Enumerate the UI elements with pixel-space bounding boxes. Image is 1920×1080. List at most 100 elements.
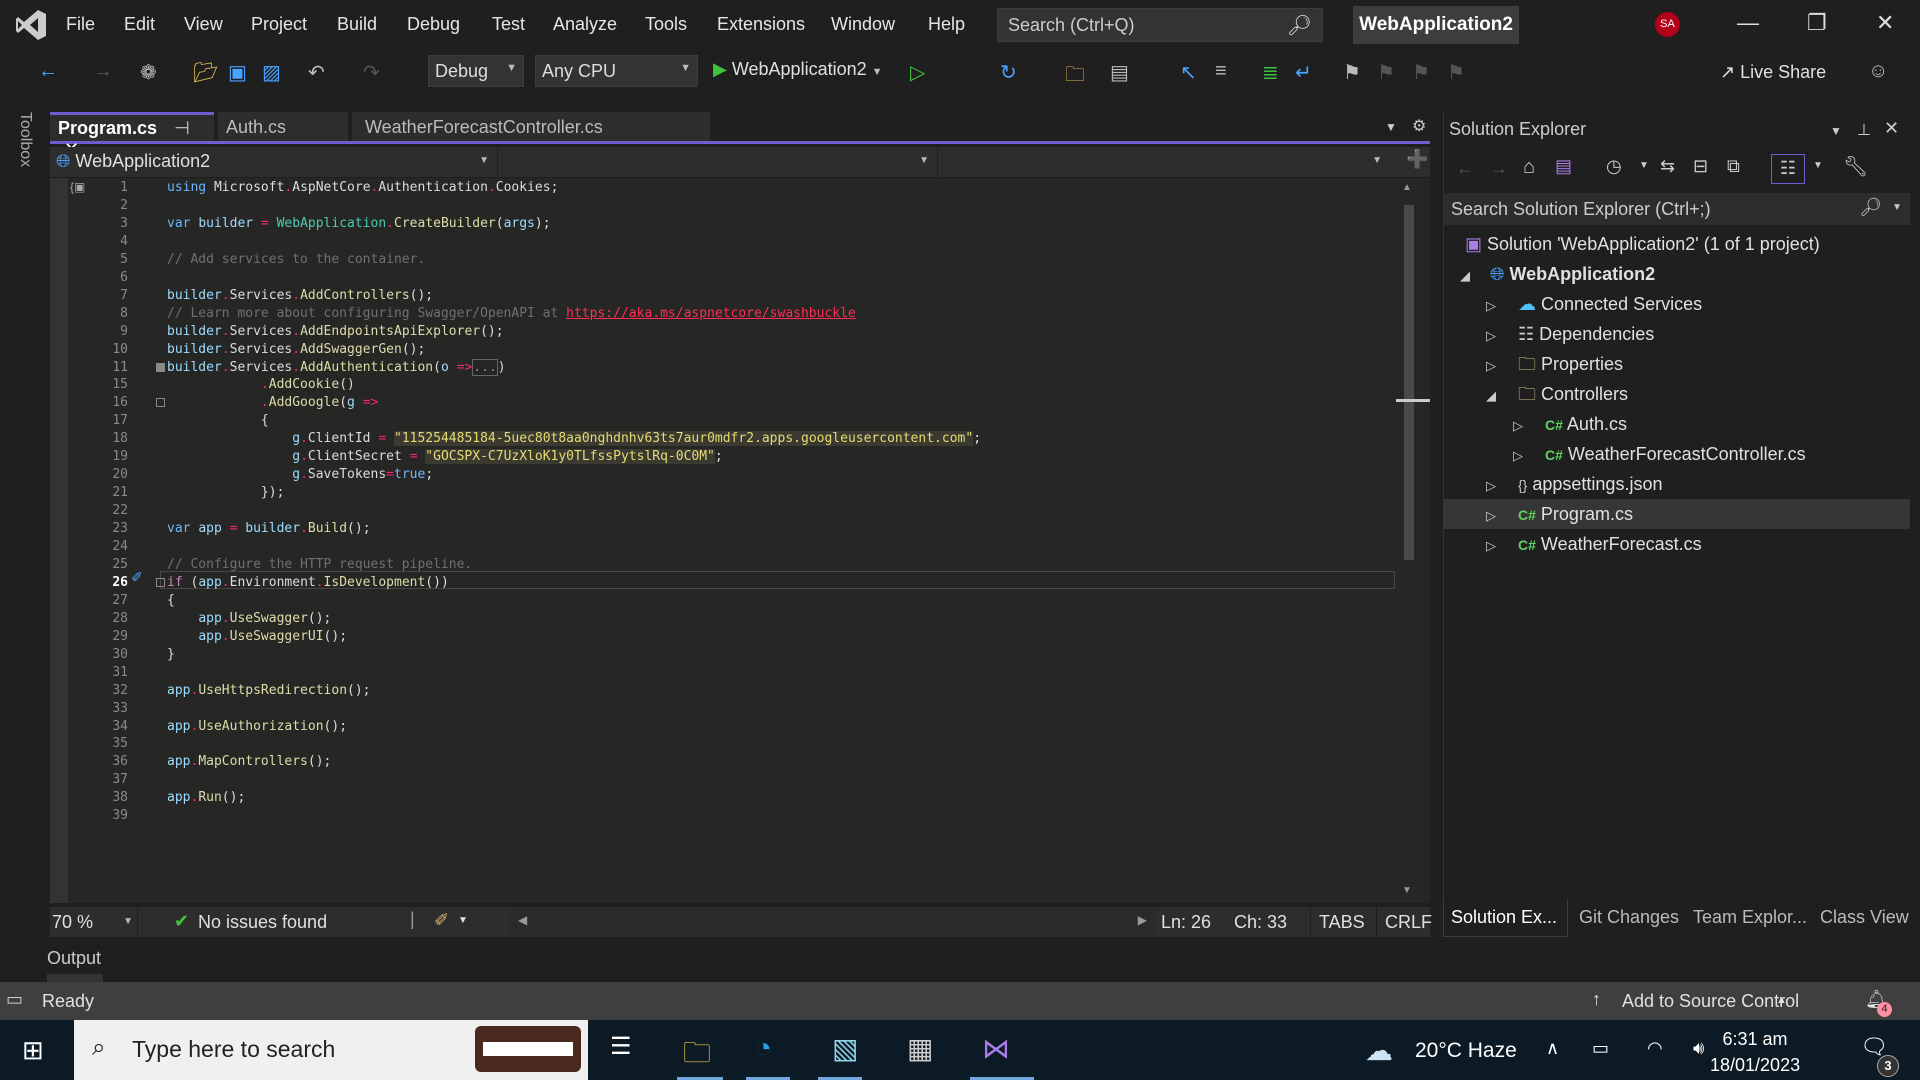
start-without-debugging-icon[interactable]: ▷ [910,60,925,85]
configuration-dropdown[interactable]: Debug ▼ [428,55,524,87]
find-in-folder-icon[interactable]: 🗀︎ [1065,60,1085,94]
weather-status[interactable]: 20°C Haze [1415,1039,1517,1063]
scroll-right-icon[interactable]: ▶ [1138,913,1147,927]
tree-item-weatherforecast-cs[interactable]: C# WeatherForecast.cs [1518,529,1702,559]
collapsed-arrow-icon[interactable]: ▷ [1513,448,1523,464]
menu-analyze[interactable]: Analyze [553,14,617,35]
scroll-up-icon[interactable]: ▲ [1402,182,1412,193]
visual-studio-logo-icon[interactable] [14,8,48,42]
chevron-down-icon[interactable]: ▼ [1639,160,1649,171]
menu-test[interactable]: Test [492,14,525,35]
collapse-region-icon[interactable] [156,577,165,587]
live-share-button[interactable]: ↗ Live Share [1720,62,1826,83]
user-avatar[interactable]: SA [1655,12,1680,37]
expand-region-icon[interactable] [156,362,165,372]
platform-dropdown[interactable]: Any CPU ▼ [535,55,698,87]
settings-gear-icon[interactable]: ⚙ [1412,116,1426,136]
new-project-icon[interactable]: ❁ [140,60,157,85]
collapsed-arrow-icon[interactable]: ▷ [1486,538,1496,554]
expanded-arrow-icon[interactable]: ◢ [1486,388,1496,404]
issues-status[interactable]: No issues found [198,912,327,933]
save-icon[interactable]: ▣ [228,60,247,85]
output-window-icon[interactable]: ▭ [6,989,23,1010]
edge-browser-icon[interactable]: ◔ [755,1032,772,1064]
show-hidden-icons-chevron[interactable]: ∧ [1546,1038,1559,1059]
wifi-icon[interactable]: ◠ [1647,1038,1663,1059]
chevron-down-icon[interactable]: ▼ [1813,160,1823,171]
select-element-icon[interactable]: ↖ [1180,60,1197,85]
tree-item-weatherforecastcontroller-cs[interactable]: C# WeatherForecastController.cs [1545,439,1806,469]
line-number-status[interactable]: Ln: 26 [1161,912,1211,933]
forward-icon[interactable]: → [1490,158,1508,179]
tree-item-solution[interactable]: ▣ Solution 'WebApplication2' (1 of 1 pro… [1465,229,1820,259]
restore-icon[interactable]: ❐ [1807,10,1827,36]
menu-debug[interactable]: Debug [407,14,460,35]
open-file-icon[interactable]: 📂︎ [193,60,218,85]
horizontal-scrollbar[interactable]: ◀ ▶ [510,907,1155,937]
code-cleanup-icon[interactable]: ✐ [434,910,449,931]
tab-weatherforecastcontroller-cs[interactable]: WeatherForecastController.cs [352,112,710,141]
bookmark-icon[interactable]: ⚑ [1343,60,1361,85]
visual-studio-taskbar-icon[interactable]: ⋈ [982,1032,1010,1065]
menu-edit[interactable]: Edit [124,14,155,35]
tab-git-changes[interactable]: Git Changes [1579,907,1679,928]
member-dropdown[interactable]: ▼ [942,147,1390,177]
chevron-down-icon[interactable]: ▼ [458,915,468,926]
tree-item-dependencies[interactable]: ☷ Dependencies [1518,319,1654,349]
hot-reload-icon[interactable]: ≡ [1215,60,1227,83]
collapse-all-icon[interactable]: ⊟ [1693,156,1708,177]
menu-build[interactable]: Build [337,14,377,35]
tree-item-appsettings-json[interactable]: {} appsettings.json [1518,469,1662,499]
tab-solution-explorer[interactable]: Solution Ex... [1451,907,1557,928]
scrollbar-thumb[interactable] [1404,205,1414,560]
feedback-icon[interactable]: ☺ [1868,60,1888,83]
panel-options-icon[interactable]: ▼ [1830,124,1842,138]
redo-icon[interactable]: ↷ [363,60,380,85]
tab-program-cs[interactable]: Program.cs ⊣ ✕ [50,112,214,159]
clear-bookmarks-icon[interactable]: ⚑ [1447,60,1465,85]
taskbar-clock[interactable]: 6:31 am 18/01/2023 [1710,1026,1800,1078]
expanded-arrow-icon[interactable]: ◢ [1460,268,1470,284]
properties-wrench-icon[interactable]: 🔧︎ [1843,154,1868,179]
navigate-back-icon[interactable]: ← [38,60,58,83]
column-status[interactable]: Ch: 33 [1234,912,1287,933]
tree-item-project[interactable]: 🌐︎ WebApplication2 [1490,259,1655,289]
save-all-icon[interactable]: ▨ [262,60,281,85]
project-dropdown[interactable]: 🌐︎ WebApplication2 ▼ [52,147,498,177]
collapsed-arrow-icon[interactable]: ▷ [1486,328,1496,344]
collapsed-arrow-icon[interactable]: ▷ [1513,418,1523,434]
show-all-files-icon[interactable]: ⧉ [1727,156,1740,177]
swagger-docs-link[interactable]: https://aka.ms/aspnetcore/swashbuckle [566,306,856,321]
switch-views-icon[interactable]: ▤ [1555,156,1572,177]
class-view-toggle-icon[interactable]: ☷ [1771,154,1805,184]
line-ending-status[interactable]: CRLF [1376,907,1440,937]
undo-icon[interactable]: ↶ [308,60,325,85]
tree-item-properties[interactable]: 🗀︎ Properties [1518,349,1623,379]
performance-monitor-icon[interactable]: ▦ [907,1032,933,1065]
global-search-input[interactable]: Search (Ctrl+Q) 🔎︎ [997,8,1323,42]
notepad-icon[interactable]: ▧ [832,1032,858,1065]
minimize-icon[interactable]: — [1737,10,1759,36]
search-highlight-image[interactable] [475,1026,581,1072]
previous-bookmark-icon[interactable]: ⚑ [1377,60,1395,85]
pin-icon[interactable]: ⊥ [1857,120,1871,140]
refresh-icon[interactable]: ↻ [1000,60,1017,85]
menu-tools[interactable]: Tools [645,14,687,35]
home-icon[interactable]: ⌂ [1523,156,1535,179]
toolbox-tab[interactable]: Toolbox [10,112,34,182]
indentation-status[interactable]: TABS [1310,907,1373,937]
collapsed-arrow-icon[interactable]: ▷ [1486,298,1496,314]
tab-team-explorer[interactable]: Team Explor... [1693,907,1807,928]
zoom-dropdown[interactable]: 70 % ▼ [50,907,138,937]
split-editor-icon[interactable]: ➕ [1406,149,1428,170]
type-dropdown[interactable]: ▼ [502,147,938,177]
tree-item-connected-services[interactable]: ☁ Connected Services [1518,289,1702,319]
chevron-up-icon[interactable]: ▲ [1776,994,1787,1006]
task-view-icon[interactable]: ☰ [610,1032,632,1061]
tab-overflow-icon[interactable]: ▼ [1385,120,1397,134]
tree-item-controllers[interactable]: 🗀︎ Controllers [1518,379,1628,409]
windows-start-icon[interactable]: ⊞ [22,1035,44,1066]
outdent-icon[interactable]: ↵ [1295,60,1312,85]
tab-auth-cs[interactable]: Auth.cs [218,112,348,141]
collapse-region-icon[interactable] [156,398,165,408]
